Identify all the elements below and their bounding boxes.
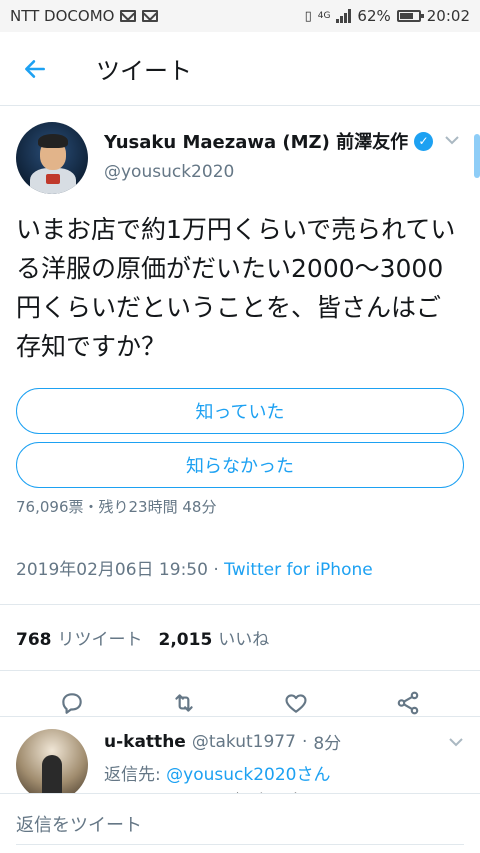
retweet-count: 768 bbox=[16, 630, 52, 650]
reply-more-button[interactable] bbox=[448, 732, 464, 752]
tweet-detail: Yusaku Maezawa (MZ) 前澤友作 ✓ @yousuck2020 … bbox=[0, 118, 480, 735]
reply-to-prefix: 返信先: bbox=[104, 765, 167, 785]
poll-remaining: 残り23時間 48分 bbox=[98, 498, 217, 516]
retweet-icon bbox=[175, 694, 193, 712]
like-count: 2,015 bbox=[158, 630, 213, 650]
reply-input[interactable]: 返信をツイート bbox=[16, 811, 464, 837]
chevron-down-icon bbox=[449, 737, 463, 746]
like-label: いいね bbox=[218, 630, 270, 650]
top-app-bar: ツイート bbox=[0, 32, 480, 106]
chevron-down-icon bbox=[445, 136, 459, 145]
battery-percent: 62% bbox=[357, 7, 391, 25]
poll-option-2[interactable]: 知らなかった bbox=[16, 442, 464, 488]
more-options-button[interactable] bbox=[440, 118, 464, 149]
reply-icon bbox=[62, 693, 82, 714]
arrow-left-icon bbox=[25, 59, 45, 78]
tweet-text: いまお店で約1万円くらいで売られている洋服の原価がだいたい2000〜3000円く… bbox=[16, 215, 456, 361]
reply-meta-separator: · bbox=[301, 731, 308, 752]
likes-stat[interactable]: 2,015 いいね bbox=[159, 625, 270, 650]
poll-option-1[interactable]: 知っていた bbox=[16, 388, 464, 434]
reply-header: u-katthe @takut1977 · 8分 bbox=[104, 729, 464, 754]
reply-time: 8分 bbox=[313, 734, 342, 754]
poll-meta: 76,096票・残り23時間 48分 bbox=[16, 496, 464, 517]
reply-avatar[interactable] bbox=[16, 729, 88, 801]
engagement-stats: 768 リツイート 2,015 いいね bbox=[0, 604, 480, 671]
timestamp-separator: · bbox=[207, 560, 225, 580]
reply-to-mention[interactable]: @yousuck2020さん bbox=[166, 765, 330, 785]
author-name[interactable]: Yusaku Maezawa (MZ) 前澤友作 bbox=[104, 128, 408, 154]
author-handle[interactable]: @yousuck2020 bbox=[104, 162, 440, 182]
poll-votes: 76,096票 bbox=[16, 498, 84, 516]
signal-icon bbox=[336, 9, 352, 23]
retweet-label: リツイート bbox=[57, 630, 143, 650]
back-button[interactable] bbox=[0, 32, 70, 106]
tweet-client-link[interactable]: Twitter for iPhone bbox=[224, 560, 373, 580]
reply-input-underline bbox=[16, 844, 464, 845]
share-icon bbox=[397, 691, 419, 715]
author-avatar[interactable] bbox=[16, 122, 88, 194]
reply-author-name[interactable]: u-katthe bbox=[104, 732, 186, 752]
tweet-timestamp: 2019年02月06日 19:50 · Twitter for iPhone bbox=[16, 555, 464, 580]
message-icon bbox=[142, 10, 159, 22]
reply-composer-bar[interactable]: 返信をツイート bbox=[0, 793, 480, 853]
heart-icon bbox=[285, 694, 307, 713]
battery-icon bbox=[396, 10, 424, 22]
reply-author-handle[interactable]: @takut1977 bbox=[192, 732, 296, 752]
mail-icon bbox=[120, 10, 137, 22]
page-title: ツイート bbox=[96, 57, 192, 85]
vibrate-icon: ▯ bbox=[304, 8, 312, 24]
author-row: Yusaku Maezawa (MZ) 前澤友作 ✓ @yousuck2020 bbox=[16, 118, 464, 198]
retweets-stat[interactable]: 768 リツイート bbox=[16, 625, 143, 650]
reply-to-line: 返信先: @yousuck2020さん bbox=[104, 760, 464, 785]
clock: 20:02 bbox=[426, 7, 470, 25]
carrier-label: NTT DOCOMO bbox=[10, 7, 115, 25]
tweet-datetime: 2019年02月06日 19:50 bbox=[16, 560, 208, 580]
poll: 知っていた 知らなかった 76,096票・残り23時間 48分 bbox=[16, 388, 464, 517]
status-bar: NTT DOCOMO ▯ 4G 62% 20:02 bbox=[0, 0, 480, 32]
author-info[interactable]: Yusaku Maezawa (MZ) 前澤友作 ✓ @yousuck2020 bbox=[104, 118, 440, 182]
verified-badge-icon: ✓ bbox=[414, 131, 434, 151]
network-type: 4G bbox=[317, 10, 331, 21]
poll-meta-separator: ・ bbox=[83, 498, 99, 516]
